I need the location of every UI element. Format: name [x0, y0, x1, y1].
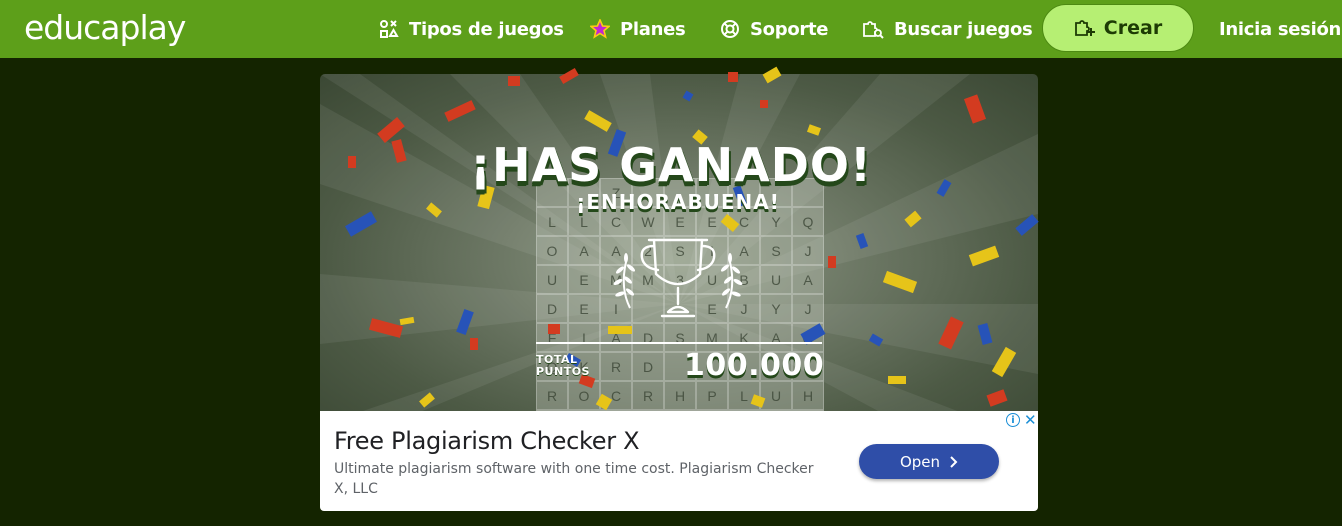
grid-cell: H [664, 381, 696, 410]
nav-soporte[interactable]: Soporte [720, 0, 828, 58]
star-icon [590, 19, 610, 39]
crear-button[interactable]: Crear [1042, 4, 1194, 52]
grid-cell: A [792, 265, 824, 294]
ad-title[interactable]: Free Plagiarism Checker X [334, 427, 640, 455]
grid-cell: D [632, 323, 664, 352]
nav-tipos-de-juegos[interactable]: Tipos de juegos [379, 0, 564, 58]
grid-cell: J [792, 294, 824, 323]
grid-cell: U [760, 265, 792, 294]
info-icon[interactable]: i [1006, 413, 1020, 427]
trophy-icon [613, 238, 743, 318]
ad-open-label: Open [899, 452, 941, 471]
nav-buscar-juegos[interactable]: Buscar juegos [862, 0, 1033, 58]
grid-cell: A [568, 236, 600, 265]
points-label-puntos: PUNTOS [536, 365, 590, 378]
ad-description: Ultimate plagiarism software with one ti… [334, 461, 814, 497]
grid-cell: S [760, 236, 792, 265]
grid-cell: O [568, 381, 600, 410]
educaplay-logo[interactable]: educaplay [24, 8, 186, 47]
grid-cell: R [536, 381, 568, 410]
ad-banner[interactable]: Free Plagiarism Checker X Ultimate plagi… [320, 411, 1038, 511]
puzzle-plus-icon [1074, 20, 1095, 36]
grid-cell: F [536, 323, 568, 352]
grid-cell: U [760, 381, 792, 410]
grid-cell: I [568, 323, 600, 352]
nav-soporte-label: Soporte [750, 18, 829, 40]
grid-cell: O [536, 236, 568, 265]
game-types-icon [380, 20, 399, 38]
chevron-right-icon [950, 455, 958, 468]
grid-cell: U [536, 265, 568, 294]
grid-cell: R [632, 381, 664, 410]
grid-cell: C [600, 381, 632, 410]
crear-label: Crear [1103, 17, 1163, 39]
puzzle-search-icon [863, 21, 884, 39]
grid-cell: L [728, 381, 760, 410]
nav-tipos-label: Tipos de juegos [409, 18, 564, 40]
grid-cell: H [792, 381, 824, 410]
points-value: 100.000 [684, 348, 825, 383]
grid-cell: J [792, 236, 824, 265]
grid-cell: A [600, 323, 632, 352]
lifebuoy-icon [721, 20, 739, 38]
points-label: TOTAL PUNTOS [536, 354, 590, 378]
nav-planes-label: Planes [620, 18, 686, 40]
grid-cell: D [536, 294, 568, 323]
ad-open-button[interactable]: Open [859, 444, 999, 479]
nav-planes[interactable]: Planes [590, 0, 686, 58]
nav-buscar-label: Buscar juegos [894, 18, 1033, 40]
win-title: ¡HAS GANADO! [470, 138, 872, 192]
grid-cell: E [568, 265, 600, 294]
top-navigation-bar: educaplay Tipos de juegos Planes Soporte… [0, 0, 1342, 58]
grid-cell: E [568, 294, 600, 323]
grid-cell: D [632, 352, 664, 381]
grid-cell: R [600, 352, 632, 381]
grid-cell: Y [760, 294, 792, 323]
close-icon[interactable]: ✕ [1024, 411, 1037, 429]
win-subtitle: ¡ENHORABUENA! [576, 190, 780, 214]
grid-cell: P [696, 381, 728, 410]
login-link[interactable]: Inicia sesión [1219, 0, 1341, 58]
points-divider [536, 342, 822, 344]
